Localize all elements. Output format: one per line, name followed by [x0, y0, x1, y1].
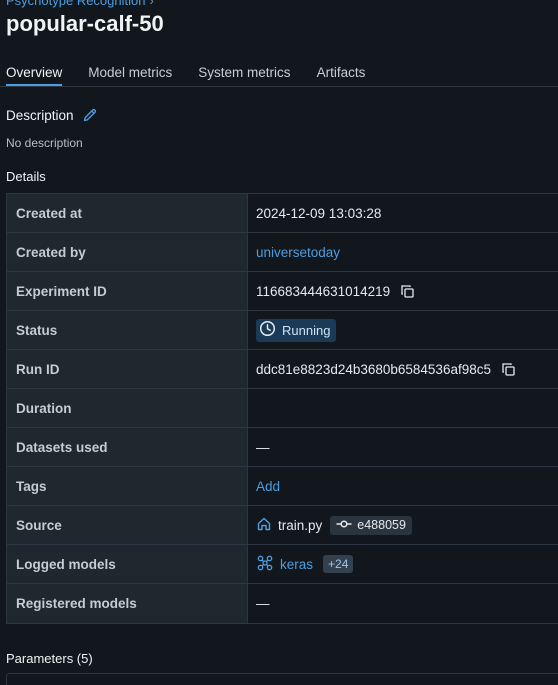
- details-row-source: Source train.py e488059: [7, 506, 558, 545]
- details-row-experiment-id: Experiment ID 116683444631014219: [7, 272, 558, 311]
- details-row-datasets-used: Datasets used —: [7, 428, 558, 467]
- pencil-icon[interactable]: [82, 107, 98, 123]
- page-title: popular-calf-50: [6, 11, 164, 36]
- experiment-id-value: 116683444631014219: [256, 283, 391, 299]
- tab-system-metrics[interactable]: System metrics: [198, 62, 290, 86]
- details-key: Tags: [7, 467, 248, 505]
- commit-hash: e488059: [357, 518, 406, 532]
- details-key: Status: [7, 311, 248, 349]
- more-models-badge[interactable]: +24: [323, 555, 354, 573]
- details-row-run-id: Run ID ddc81e8823d24b3680b6584536af98c5: [7, 350, 558, 389]
- parameters-heading: Parameters (5): [6, 651, 93, 666]
- details-key: Created at: [7, 194, 248, 232]
- add-tag-link[interactable]: Add: [256, 479, 280, 494]
- tab-bar: Overview Model metrics System metrics Ar…: [0, 62, 558, 87]
- clock-icon: [259, 320, 276, 340]
- details-row-status: Status Running: [7, 311, 558, 350]
- datasets-used-value: —: [256, 439, 270, 455]
- logged-model-link[interactable]: keras: [280, 557, 313, 572]
- details-row-duration: Duration: [7, 389, 558, 428]
- created-at-value: 2024-12-09 13:03:28: [256, 205, 382, 221]
- breadcrumb[interactable]: Psychotype Recognition ›: [6, 0, 154, 8]
- status-badge: Running: [256, 318, 337, 342]
- description-value: No description: [6, 136, 83, 150]
- tab-artifacts[interactable]: Artifacts: [317, 62, 366, 86]
- description-header: Description: [6, 107, 98, 123]
- copy-icon[interactable]: [501, 362, 516, 377]
- details-key: Experiment ID: [7, 272, 248, 310]
- details-row-registered-models: Registered models —: [7, 584, 558, 623]
- source-file-link[interactable]: train.py: [278, 518, 322, 533]
- details-row-created-by: Created by universetoday: [7, 233, 558, 272]
- details-row-created-at: Created at 2024-12-09 13:03:28: [7, 194, 558, 233]
- status-label: Running: [282, 322, 331, 338]
- details-row-logged-models: Logged models keras +24: [7, 545, 558, 584]
- details-heading: Details: [6, 169, 46, 184]
- details-key: Created by: [7, 233, 248, 271]
- home-icon: [256, 516, 272, 535]
- models-icon: [256, 554, 274, 575]
- run-id-value: ddc81e8823d24b3680b6584536af98c5: [256, 361, 491, 377]
- details-key: Logged models: [7, 545, 248, 583]
- details-key: Registered models: [7, 584, 248, 623]
- git-commit-icon: [336, 518, 352, 532]
- details-key: Run ID: [7, 350, 248, 388]
- details-row-tags: Tags Add: [7, 467, 558, 506]
- breadcrumb-experiment-link[interactable]: Psychotype Recognition: [6, 0, 145, 8]
- tab-model-metrics[interactable]: Model metrics: [88, 62, 172, 86]
- details-key: Source: [7, 506, 248, 544]
- details-key: Datasets used: [7, 428, 248, 466]
- registered-models-value: —: [256, 596, 270, 611]
- tab-overview[interactable]: Overview: [6, 62, 63, 86]
- details-table: Created at 2024-12-09 13:03:28 Created b…: [6, 193, 558, 624]
- commit-badge[interactable]: e488059: [330, 515, 412, 535]
- description-label: Description: [6, 107, 74, 123]
- details-key: Duration: [7, 389, 248, 427]
- created-by-link[interactable]: universetoday: [256, 245, 340, 260]
- breadcrumb-chevron-icon: ›: [149, 0, 154, 8]
- parameters-table: [6, 673, 558, 685]
- copy-icon[interactable]: [400, 284, 415, 299]
